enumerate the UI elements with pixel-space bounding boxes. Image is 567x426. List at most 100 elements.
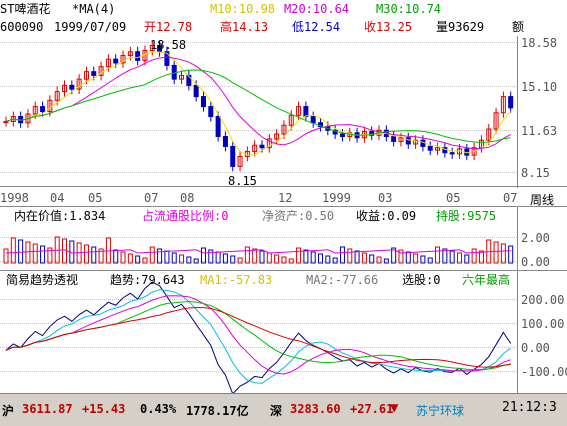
price-label: 15.10	[521, 80, 558, 94]
time-label: 03	[378, 191, 393, 205]
volume-ma-line	[5, 249, 511, 254]
candle-body	[91, 71, 97, 76]
volume-bar	[471, 248, 477, 264]
trend-label: 200.00	[521, 293, 565, 307]
volume-bar	[435, 246, 441, 264]
ma2-line	[5, 295, 511, 375]
candle-body	[427, 145, 433, 151]
low-price: 低12.54	[292, 20, 341, 34]
vol-label: 2.00	[521, 231, 550, 245]
trend-panel[interactable]: 简易趋势透视 趋势:79.643 MA1:-57.83 MA2:-77.66 选…	[0, 270, 567, 395]
candle-body	[420, 139, 426, 147]
candle-body	[339, 133, 345, 137]
trend-label: -100.00	[521, 365, 567, 379]
volume-bar	[83, 244, 89, 264]
volume-bar	[164, 250, 170, 264]
sh-change: +15.43	[82, 402, 126, 416]
volume-bar	[62, 238, 68, 264]
candle-body	[200, 96, 206, 108]
volume-bar	[376, 256, 382, 264]
volume-bar	[3, 248, 9, 264]
volume-bar	[252, 248, 258, 264]
volume-bar	[120, 251, 126, 264]
trend-chart	[5, 281, 512, 395]
volume-bar	[237, 257, 243, 264]
candle-body	[508, 96, 514, 109]
volume-bar	[413, 253, 419, 264]
volume-bar	[332, 257, 338, 264]
amount: 额	[512, 20, 525, 34]
volume-panel[interactable]: 内在价值:1.834 占流通股比例:0 净资产:0.50 收益:0.09 持股:…	[0, 206, 567, 271]
antenna-icon: ▼	[390, 400, 399, 416]
high-annotation: 18.58	[150, 38, 187, 52]
volume-bar	[230, 255, 236, 264]
volume-bar	[420, 255, 426, 264]
volume-bar	[142, 257, 148, 264]
volume-bar	[274, 254, 280, 264]
time-label: 05	[446, 191, 461, 205]
candle-body	[40, 106, 46, 113]
volume-chart	[3, 236, 514, 264]
volume-bar	[318, 253, 324, 264]
candle-body	[405, 137, 411, 145]
time-label: 07	[503, 191, 518, 205]
volume-bar	[179, 254, 185, 264]
candle-body	[193, 84, 199, 98]
axis-separator	[517, 271, 518, 394]
volume-bar	[10, 237, 16, 264]
volume-bar	[456, 252, 462, 264]
candle-body	[113, 58, 119, 64]
volume-bar	[32, 243, 38, 264]
volume-bar	[91, 246, 97, 264]
volume-bar	[113, 249, 119, 264]
time-label: 12	[278, 191, 293, 205]
volume-bar	[266, 252, 272, 264]
trend-label: 100.00	[521, 317, 565, 331]
volume-bar	[244, 246, 250, 264]
volume-bar	[339, 246, 345, 264]
candle-body	[69, 84, 75, 90]
volume-bar	[325, 255, 331, 264]
volume-bar	[215, 251, 221, 264]
sh-amount: 1778.17亿	[186, 404, 249, 418]
time-label: 1999	[322, 191, 351, 205]
stock-name: ST啤酒花	[0, 2, 51, 16]
volume-bar	[127, 253, 133, 264]
open-price: 开12.78	[144, 20, 193, 34]
axis-separator	[517, 36, 518, 188]
stock-code: 600090	[0, 20, 44, 34]
sh-label: 沪	[2, 404, 15, 418]
volume-bar	[259, 250, 265, 264]
volume-bar	[449, 250, 455, 264]
candlestick-chart	[3, 40, 514, 172]
header-row-1: ST啤酒花 *MA(4) M10:10.98 M20:10.64 M30:10.…	[0, 2, 567, 16]
candle-body	[303, 106, 309, 118]
candle-body	[310, 116, 316, 124]
volume-bar	[405, 251, 411, 264]
volume-bar	[303, 249, 309, 264]
sz-change: +27.61	[350, 402, 394, 416]
volume-bar	[354, 250, 360, 264]
volume-bar	[288, 258, 294, 264]
ticker[interactable]: 苏宁环球	[416, 402, 464, 419]
volume-bar	[208, 249, 214, 264]
volume-bar	[222, 253, 228, 264]
price-label: 18.58	[521, 36, 558, 50]
sz-index: 3283.60	[290, 402, 341, 416]
volume-bar	[193, 258, 199, 264]
candle-body	[135, 51, 141, 61]
volume-bar	[464, 254, 470, 264]
volume-bar	[310, 251, 316, 264]
candle-body	[449, 152, 455, 155]
time-label: 05	[88, 191, 103, 205]
volume-bar	[369, 254, 375, 264]
volume-bar	[18, 239, 24, 264]
price-panel[interactable]: 18.58 15.10 11.63 8.15 18.58 8.15	[0, 36, 567, 188]
volume-bar	[347, 248, 353, 264]
volume-bar	[500, 243, 506, 264]
time-axis: 1998 04 05 07 08 12 1999 03 05 07 周线	[0, 186, 567, 207]
vol-label: 0.00	[521, 255, 550, 269]
volume-bar	[40, 245, 46, 264]
clock: 21:12:3	[502, 400, 557, 415]
ma20-readout: M20:10.64	[284, 2, 350, 16]
